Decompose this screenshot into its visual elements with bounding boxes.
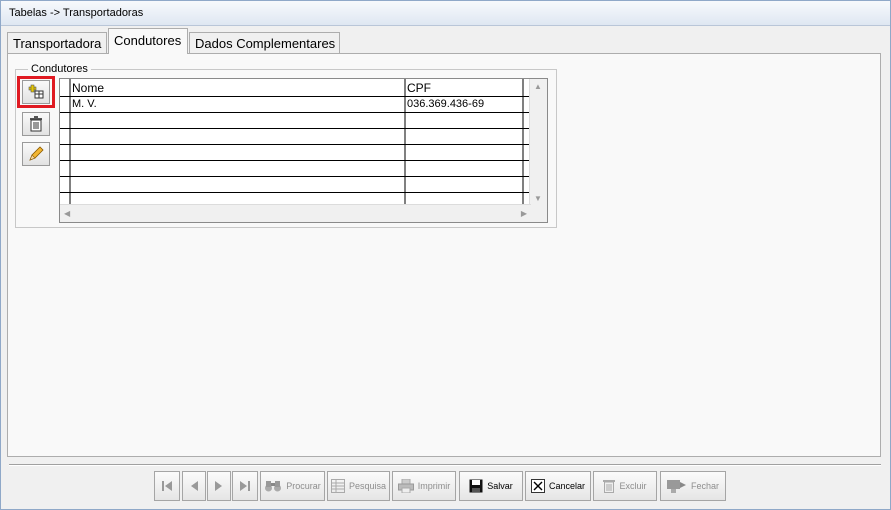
window-title: Tabelas -> Transportadoras bbox=[9, 7, 144, 19]
bottom-separator bbox=[9, 464, 881, 466]
title-bar: Tabelas -> Transportadoras bbox=[1, 1, 890, 26]
tab-condutores[interactable]: Condutores bbox=[108, 28, 188, 54]
exit-door-icon bbox=[666, 480, 686, 493]
procurar-button[interactable]: Procurar bbox=[260, 471, 325, 501]
previous-record-button[interactable] bbox=[182, 471, 206, 501]
pesquisa-label: Pesquisa bbox=[348, 481, 387, 491]
window: Tabelas -> Transportadoras Transportador… bbox=[0, 0, 891, 510]
pencil-icon bbox=[29, 146, 44, 161]
excluir-label: Excluir bbox=[619, 481, 647, 491]
delete-condutor-button[interactable] bbox=[22, 112, 50, 136]
fechar-label: Fechar bbox=[690, 481, 719, 491]
scroll-up-icon[interactable]: ▲ bbox=[534, 82, 542, 92]
binoculars-icon bbox=[265, 481, 282, 492]
trash-icon bbox=[30, 116, 42, 132]
column-header-cpf[interactable]: CPF bbox=[407, 81, 431, 95]
table-row[interactable]: M. V. 036.369.436-69 bbox=[60, 97, 523, 113]
procurar-label: Procurar bbox=[286, 481, 321, 491]
previous-icon bbox=[191, 481, 198, 491]
column-header-nome[interactable]: Nome bbox=[72, 81, 104, 95]
vertical-scrollbar[interactable]: ▲ ▼ bbox=[529, 79, 547, 206]
last-record-button[interactable] bbox=[232, 471, 258, 501]
scroll-right-icon[interactable]: ▶ bbox=[521, 209, 527, 219]
first-record-button[interactable] bbox=[154, 471, 180, 501]
edit-condutor-button[interactable] bbox=[22, 142, 50, 166]
highlight-box bbox=[17, 76, 55, 108]
list-grid-icon bbox=[330, 479, 345, 493]
cancelar-button[interactable]: Cancelar bbox=[525, 471, 591, 501]
row-cpf: 036.369.436-69 bbox=[407, 98, 485, 110]
save-disk-icon bbox=[469, 479, 483, 493]
tab-label: Condutores bbox=[114, 33, 182, 48]
fechar-button[interactable]: Fechar bbox=[660, 471, 726, 501]
excluir-button[interactable]: Excluir bbox=[593, 471, 657, 501]
scroll-left-icon[interactable]: ◀ bbox=[64, 209, 70, 219]
next-icon bbox=[215, 481, 222, 491]
condutores-grid[interactable]: Nome CPF M. V. 036.369.436-69 ▲ ▼ ◀ ▶ bbox=[59, 78, 548, 223]
row-nome: M. V. bbox=[72, 98, 97, 110]
salvar-button[interactable]: Salvar bbox=[459, 471, 523, 501]
printer-icon bbox=[397, 479, 414, 493]
horizontal-scrollbar[interactable]: ◀ ▶ bbox=[60, 204, 531, 222]
pesquisa-button[interactable]: Pesquisa bbox=[327, 471, 390, 501]
scroll-corner bbox=[530, 205, 547, 222]
tab-label: Transportadora bbox=[13, 36, 102, 51]
cancelar-label: Cancelar bbox=[548, 481, 586, 491]
last-icon bbox=[240, 481, 250, 491]
salvar-label: Salvar bbox=[487, 481, 513, 491]
first-icon bbox=[162, 481, 172, 491]
trash-icon bbox=[603, 480, 616, 493]
group-label: Condutores bbox=[31, 63, 88, 75]
cancel-x-icon bbox=[530, 479, 545, 493]
imprimir-label: Imprimir bbox=[417, 481, 451, 491]
next-record-button[interactable] bbox=[207, 471, 231, 501]
tab-transportadora[interactable]: Transportadora bbox=[7, 32, 107, 53]
imprimir-button[interactable]: Imprimir bbox=[392, 471, 456, 501]
tab-dados-complementares[interactable]: Dados Complementares bbox=[189, 32, 340, 53]
scroll-down-icon[interactable]: ▼ bbox=[534, 194, 542, 204]
tab-label: Dados Complementares bbox=[195, 36, 336, 51]
